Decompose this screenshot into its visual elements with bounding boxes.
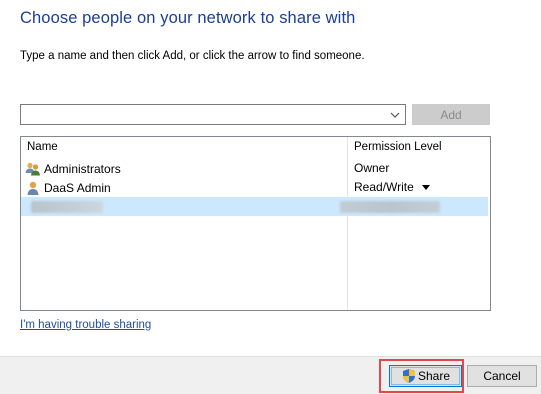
list-item-name: DaaS Admin bbox=[44, 181, 111, 195]
caret-down-icon[interactable] bbox=[421, 184, 430, 190]
list-item[interactable]: DaaS Admin Read/Write bbox=[21, 178, 488, 197]
dialog-title: Choose people on your network to share w… bbox=[20, 9, 356, 27]
redacted-name bbox=[31, 201, 103, 213]
cancel-button[interactable]: Cancel bbox=[467, 365, 537, 387]
list-item-permission: Owner bbox=[354, 161, 390, 175]
column-header-name[interactable]: Name bbox=[27, 141, 58, 153]
name-combobox[interactable] bbox=[20, 104, 406, 125]
add-button[interactable]: Add bbox=[412, 104, 490, 125]
user-icon bbox=[25, 180, 41, 196]
shield-icon bbox=[401, 368, 417, 384]
list-item[interactable]: Administrators Owner bbox=[21, 159, 488, 178]
list-item-selected[interactable] bbox=[21, 197, 488, 216]
column-header-permission[interactable]: Permission Level bbox=[354, 141, 442, 153]
sharing-list: Name Permission Level Administrators Own… bbox=[20, 136, 491, 311]
group-users-icon bbox=[25, 161, 41, 177]
instructions-text: Type a name and then click Add, or click… bbox=[20, 50, 365, 62]
trouble-sharing-link[interactable]: I'm having trouble sharing bbox=[20, 319, 151, 331]
share-label: Share bbox=[417, 369, 451, 383]
chevron-down-icon[interactable] bbox=[387, 106, 403, 123]
list-item-permission[interactable]: Read/Write bbox=[354, 180, 414, 194]
share-button[interactable]: Share bbox=[389, 365, 462, 387]
redacted-permission bbox=[340, 201, 440, 213]
list-item-name: Administrators bbox=[44, 162, 121, 176]
